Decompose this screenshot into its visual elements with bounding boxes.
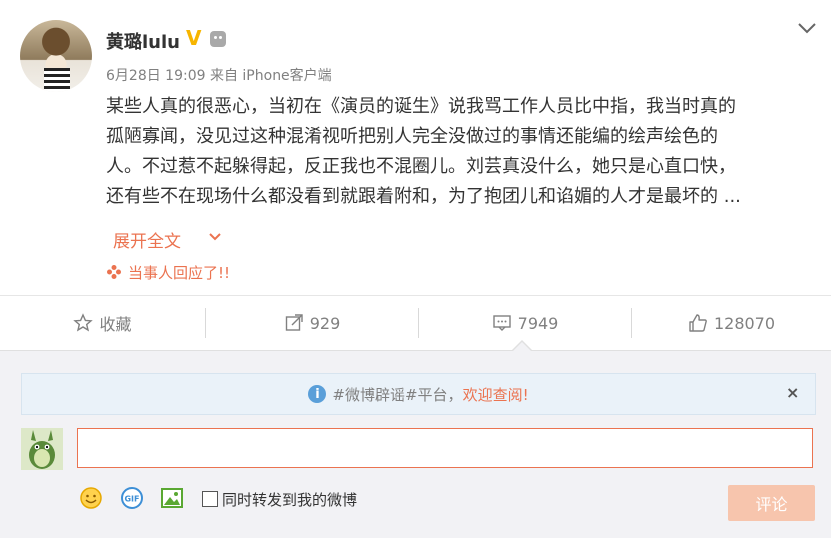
robot-icon — [210, 31, 226, 47]
chevron-down-icon[interactable] — [207, 230, 223, 244]
close-icon[interactable]: × — [786, 383, 799, 402]
star-icon — [73, 313, 94, 332]
post-content-line: 人。不过惹不起躲得起，反正我也不混圈儿。刘芸真没什么，她只是心直口快， — [106, 156, 736, 177]
reply-note-link[interactable]: 当事人回应了!! — [128, 262, 230, 283]
thumbs-up-icon — [689, 314, 707, 332]
comment-caret-inner — [513, 342, 531, 351]
post-content: 某些人真的很恶心，当初在《演员的诞生》说我骂工作人员比中指，我当时真的 孤陋寡闻… — [106, 92, 811, 212]
repost-icon — [285, 314, 303, 331]
post-content-line: 某些人真的很恶心，当初在《演员的诞生》说我骂工作人员比中指，我当时真的 — [106, 96, 736, 117]
svg-text:GIF: GIF — [124, 495, 139, 504]
comment-icon — [492, 315, 511, 331]
info-icon: i — [308, 385, 327, 403]
notice-text: i #微博辟谣#平台， 欢迎查阅! — [22, 374, 815, 414]
notice-link[interactable]: 欢迎查阅! — [463, 384, 529, 405]
chevron-down-icon[interactable] — [796, 20, 818, 36]
rumor-notice-banner: i #微博辟谣#平台， 欢迎查阅! — [21, 373, 816, 415]
commenter-avatar[interactable] — [21, 428, 63, 470]
comment-input[interactable] — [77, 428, 813, 468]
post-meta: 6月28日 19:09 来自 iPhone客户端 — [106, 68, 332, 84]
gif-icon[interactable]: GIF — [120, 486, 144, 510]
forward-label[interactable]: 同时转发到我的微博 — [222, 489, 357, 510]
favorite-button[interactable]: 收藏 — [0, 296, 205, 350]
totoro-avatar-icon — [21, 428, 63, 470]
expand-full-text-link[interactable]: 展开全文 — [113, 227, 181, 252]
verified-badge-icon: V — [186, 26, 202, 50]
image-icon[interactable] — [160, 486, 184, 510]
like-button[interactable]: 128070 — [632, 296, 831, 350]
action-bar: 收藏 929 7949 128070 — [0, 296, 831, 350]
flower-icon — [107, 265, 121, 279]
like-count: 128070 — [713, 313, 776, 333]
repost-button[interactable]: 929 — [206, 296, 418, 350]
author-avatar[interactable] — [20, 20, 92, 92]
author-name[interactable]: 黄璐lulu — [106, 28, 180, 54]
comment-count: 7949 — [517, 313, 559, 333]
emoji-icon[interactable] — [79, 486, 103, 510]
forward-checkbox[interactable] — [202, 491, 218, 507]
notice-prefix: #微博辟谣#平台， — [332, 385, 463, 404]
post-content-line: 还有些不在现场什么都没看到就跟着附和，为了抱团儿和谄媚的人才是最坏的 ... — [106, 186, 741, 207]
post-content-line: 孤陋寡闻，没见过这种混淆视听把别人完全没做过的事情还能编的绘声绘色的 — [106, 126, 718, 147]
submit-comment-button[interactable]: 评论 — [728, 485, 815, 521]
favorite-label: 收藏 — [99, 315, 132, 334]
repost-count: 929 — [309, 313, 341, 333]
